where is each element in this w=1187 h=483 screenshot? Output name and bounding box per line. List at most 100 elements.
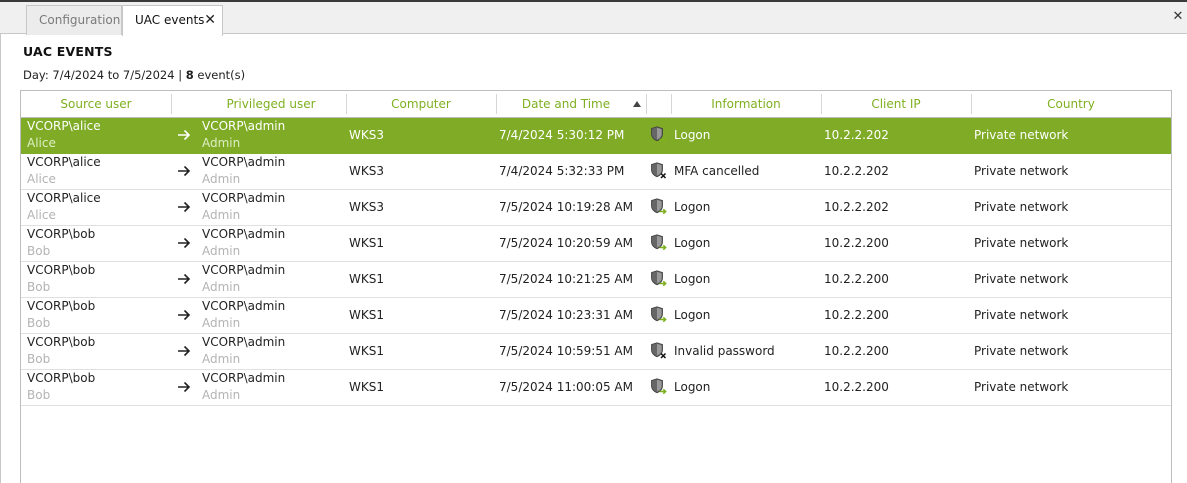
date-time: 7/5/2024 11:00:05 AM — [499, 380, 633, 394]
close-icon[interactable]: ✕ — [204, 6, 216, 35]
column-divider[interactable] — [646, 94, 647, 114]
shield-error-icon — [650, 162, 668, 180]
country: Private network — [974, 272, 1069, 286]
event-summary: Day: 7/4/2024 to 7/5/2024 | 8 event(s) — [23, 68, 245, 82]
tab-label: UAC events — [135, 13, 205, 27]
computer: WKS1 — [349, 308, 384, 322]
table-row[interactable]: VCORP\bob Bob VCORP\admin Admin WKS1 7/5/2024… — [21, 226, 1171, 262]
arrow-right-icon — [177, 162, 191, 180]
privileged-user-name: Admin — [202, 352, 241, 366]
privileged-user-name: Admin — [202, 316, 241, 330]
privileged-user: VCORP\admin — [202, 299, 286, 313]
column-header-privileged-user[interactable]: Privileged user — [196, 91, 346, 117]
table-row[interactable]: VCORP\bob Bob VCORP\admin Admin WKS1 7/5/2024… — [21, 334, 1171, 370]
date-time: 7/5/2024 10:59:51 AM — [499, 344, 633, 358]
column-header-date-time[interactable]: Date and Time — [496, 91, 636, 117]
source-user-name: Bob — [27, 280, 51, 294]
information: Logon — [674, 272, 711, 286]
column-header-computer[interactable]: Computer — [346, 91, 496, 117]
source-user-name: Alice — [27, 136, 56, 150]
client-ip: 10.2.2.202 — [824, 164, 889, 178]
arrow-right-icon — [177, 306, 191, 324]
shield-logon-icon — [650, 198, 668, 216]
tab-configuration[interactable]: Configuration — [26, 5, 122, 35]
table-row[interactable]: VCORP\bob Bob VCORP\admin Admin WKS1 7/5/2024… — [21, 262, 1171, 298]
table-row[interactable]: VCORP\bob Bob VCORP\admin Admin WKS1 7/5/2024… — [21, 298, 1171, 334]
information: Logon — [674, 380, 711, 394]
arrow-right-icon — [177, 234, 191, 252]
country: Private network — [974, 236, 1069, 250]
privileged-user: VCORP\admin — [202, 227, 286, 241]
table-row[interactable]: VCORP\alice Alice VCORP\admin Admin WKS3 7/5/… — [21, 190, 1171, 226]
country: Private network — [974, 380, 1069, 394]
source-user-name: Alice — [27, 172, 56, 186]
shield-logon-icon — [650, 306, 668, 324]
source-user-name: Bob — [27, 352, 51, 366]
source-user-name: Alice — [27, 208, 56, 222]
privileged-user: VCORP\admin — [202, 335, 286, 349]
country: Private network — [974, 164, 1069, 178]
privileged-user-name: Admin — [202, 208, 241, 222]
date-time: 7/4/2024 5:30:12 PM — [499, 128, 625, 142]
column-divider[interactable] — [171, 94, 172, 114]
date-time: 7/5/2024 10:23:31 AM — [499, 308, 633, 322]
privileged-user-name: Admin — [202, 172, 241, 186]
source-user: VCORP\bob — [27, 263, 96, 277]
country: Private network — [974, 200, 1069, 214]
page-title: UAC EVENTS — [23, 44, 113, 59]
source-user: VCORP\bob — [27, 335, 96, 349]
source-user: VCORP\bob — [27, 299, 96, 313]
client-ip: 10.2.2.202 — [824, 128, 889, 142]
computer: WKS3 — [349, 164, 384, 178]
tab-bar: Configuration UAC events ✕ ✕ — [0, 2, 1187, 36]
country: Private network — [974, 308, 1069, 322]
column-header-source-user[interactable]: Source user — [21, 91, 171, 117]
sort-ascending-icon[interactable] — [633, 101, 641, 107]
information: Logon — [674, 308, 711, 322]
tab-label: Configuration — [39, 13, 121, 27]
source-user: VCORP\alice — [27, 119, 101, 133]
computer: WKS1 — [349, 380, 384, 394]
grid-header: Source user Privileged user Computer Dat… — [21, 91, 1171, 118]
arrow-right-icon — [177, 198, 191, 216]
source-user: VCORP\bob — [27, 227, 96, 241]
client-ip: 10.2.2.200 — [824, 236, 889, 250]
privileged-user: VCORP\admin — [202, 155, 286, 169]
table-row[interactable]: VCORP\alice Alice VCORP\admin Admin WKS3 7/4/… — [21, 154, 1171, 190]
client-ip: 10.2.2.202 — [824, 200, 889, 214]
shield-logon-icon — [650, 270, 668, 288]
event-count: 8 — [185, 68, 194, 82]
window-close-icon[interactable]: ✕ — [1171, 10, 1185, 24]
shield-logon-icon — [650, 378, 668, 396]
source-user: VCORP\alice — [27, 155, 101, 169]
column-header-client-ip[interactable]: Client IP — [821, 91, 971, 117]
column-header-country[interactable]: Country — [971, 91, 1171, 117]
event-count-suffix: event(s) — [193, 68, 246, 82]
date-range: Day: 7/4/2024 to 7/5/2024 | — [23, 68, 186, 82]
privileged-user: VCORP\admin — [202, 371, 286, 385]
left-border — [0, 34, 1, 483]
computer: WKS3 — [349, 200, 384, 214]
client-ip: 10.2.2.200 — [824, 344, 889, 358]
client-ip: 10.2.2.200 — [824, 272, 889, 286]
information: Logon — [674, 200, 711, 214]
tab-uac-events[interactable]: UAC events ✕ — [122, 5, 223, 36]
shield-logon-icon — [650, 126, 668, 144]
privileged-user-name: Admin — [202, 136, 241, 150]
client-ip: 10.2.2.200 — [824, 308, 889, 322]
privileged-user-name: Admin — [202, 280, 241, 294]
column-header-information[interactable]: Information — [671, 91, 821, 117]
arrow-right-icon — [177, 126, 191, 144]
table-row[interactable]: VCORP\bob Bob VCORP\admin Admin WKS1 7/5/2024… — [21, 370, 1171, 406]
country: Private network — [974, 128, 1069, 142]
source-user-name: Bob — [27, 244, 51, 258]
computer: WKS1 — [349, 344, 384, 358]
arrow-right-icon — [177, 342, 191, 360]
table-row[interactable]: VCORP\alice Alice VCORP\admin Admin WKS3 7/4/… — [21, 118, 1171, 154]
source-user: VCORP\alice — [27, 191, 101, 205]
date-time: 7/5/2024 10:19:28 AM — [499, 200, 633, 214]
shield-error-icon — [650, 342, 668, 360]
computer: WKS1 — [349, 272, 384, 286]
privileged-user: VCORP\admin — [202, 263, 286, 277]
privileged-user-name: Admin — [202, 388, 241, 402]
